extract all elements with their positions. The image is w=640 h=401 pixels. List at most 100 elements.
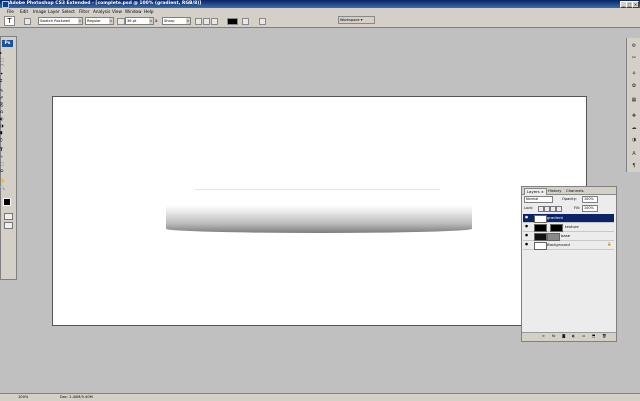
hand-tool-icon[interactable]: ✋ [0,178,5,183]
visibility-eye-icon[interactable]: ● [525,215,529,219]
lock-label: Lock: [524,206,534,210]
gradient-tool-icon[interactable]: ◑ [0,123,4,128]
tab-channels[interactable]: Channels [564,188,586,194]
brushes-panel-icon[interactable]: ⚘ [630,70,638,78]
text-color-swatch[interactable] [227,18,238,25]
menu-image[interactable]: Image [33,9,46,14]
layer-name[interactable]: base [561,233,570,239]
lock-all-icon[interactable] [556,206,562,212]
history-brush-tool-icon[interactable]: ⎌ [0,109,3,114]
layer-row-gradient[interactable]: ● gradient [523,214,614,223]
fill-field[interactable]: 100% [582,205,598,212]
swatches-panel-icon[interactable]: ▦ [630,96,638,104]
dodge-tool-icon[interactable]: ⬯ [0,137,3,142]
menu-select[interactable]: Select [62,9,75,14]
menu-filter[interactable]: Filter [79,9,89,14]
menu-layer[interactable]: Layer [48,9,60,14]
font-size-select[interactable]: 36 pt ▾ [125,17,154,25]
styles-panel-icon[interactable]: ☁ [630,124,638,132]
font-style-select[interactable]: Regular ▾ [85,17,114,25]
brush-tool-icon[interactable]: ✐ [0,95,3,100]
antialias-select[interactable]: Sharp ▾ [162,17,191,25]
clone-source-panel-icon[interactable]: ✿ [630,82,638,90]
align-center-icon[interactable] [203,18,210,25]
tool-presets-panel-icon[interactable]: ✂ [630,54,638,62]
layer-name[interactable]: gradient [547,215,563,221]
options-bar: T Swatch Rockwell ▾ Regular ▾ 36 pt ▾ a Sha… [0,15,640,28]
info-panel-icon[interactable]: ✚ [630,112,638,120]
marquee-tool-icon[interactable]: ⬚ [0,57,4,62]
ps-logo: Ps [2,40,13,47]
warp-text-icon[interactable] [242,18,249,25]
adjustment-layer-icon[interactable]: ◐ [572,334,575,338]
menu-help[interactable]: Help [144,9,154,14]
screen-mode-icon[interactable] [4,222,13,229]
workspace-button[interactable]: Workspace ▾ [338,16,375,24]
layer-thumbnail [534,224,547,232]
menu-window[interactable]: Window [125,9,142,14]
window-title: Adobe Photoshop CS3 Extended - [complete… [9,1,202,6]
navigator-panel-icon[interactable]: ⚙ [630,42,638,50]
align-right-icon[interactable] [211,18,218,25]
antialias-value: Sharp [164,19,175,23]
foreground-color-swatch[interactable] [3,198,11,206]
paragraph-panel-icon[interactable]: ¶ [630,162,638,170]
menu-analysis[interactable]: Analysis [93,9,110,14]
title-bar: Adobe Photoshop CS3 Extended - [complete… [0,0,640,8]
layer-style-icon[interactable]: fx [552,334,555,338]
move-tool-icon[interactable]: ▸ [0,50,2,55]
tab-layers[interactable]: Layers × [524,188,547,195]
tool-preset-picker[interactable]: T [4,16,15,26]
visibility-eye-icon[interactable]: ● [525,233,529,237]
layer-row-base[interactable]: ● base [523,232,614,241]
layer-mask-thumbnail [547,233,560,241]
new-group-icon[interactable]: ▭ [582,334,585,338]
visibility-eye-icon[interactable]: ● [525,224,529,228]
visibility-eye-icon[interactable]: ● [525,242,529,246]
opacity-field[interactable]: 100% [582,196,598,203]
healing-brush-tool-icon[interactable]: ✎ [0,88,3,93]
font-size-icon [117,18,125,25]
character-panel-icon[interactable]: A [630,150,638,158]
layer-row-background[interactable]: ● Background 🔒 [523,241,614,250]
shape-tool-icon[interactable]: ⬭ [0,168,3,173]
tab-history[interactable]: History [546,188,564,194]
link-layers-icon[interactable]: ∞ [542,334,545,338]
menu-file[interactable]: File [7,9,14,14]
fill-label: Fill: [574,206,581,210]
magic-wand-tool-icon[interactable]: ✦ [0,71,3,76]
zoom-level[interactable]: 100% [18,395,28,399]
panel-dock: ⚙ ✂ ⚘ ✿ ▦ ✚ ☁ ◑ A ¶ [626,38,640,172]
antialias-label: a [155,18,158,23]
gradient-shape[interactable] [166,205,472,233]
type-tool-icon[interactable]: T [0,147,3,152]
layer-row-texture[interactable]: ● texture [523,223,614,232]
blur-tool-icon[interactable]: ⬮ [0,130,3,135]
layer-name[interactable]: texture [565,224,579,230]
new-layer-icon[interactable]: ⬒ [592,334,595,338]
lasso-tool-icon[interactable]: ⌒ [0,64,4,70]
tool-list: ▸ ⬚ ⌒ ✦ ⌗ ✎ ✐ ⎘ ⎌ ◐ ◑ ⬮ ⬯ T ✧ ⬚ ⬭ ✋ 🔍 [0,48,15,278]
align-left-icon[interactable] [195,18,202,25]
adjustments-panel-icon[interactable]: ◑ [630,136,638,144]
menu-view[interactable]: View [112,9,122,14]
delete-layer-icon[interactable]: 🗑 [602,334,607,338]
font-family-select[interactable]: Swatch Rockwell ▾ [38,17,83,25]
layers-panel: Layers × History Channels Normal Opacity… [521,186,617,342]
pen-tool-icon[interactable]: ✧ [0,154,3,159]
layer-mask-thumbnail [550,224,563,232]
layer-thumbnail [534,242,547,250]
clone-stamp-tool-icon[interactable]: ⎘ [0,102,3,107]
add-mask-icon[interactable]: ◙ [562,334,566,338]
eraser-tool-icon[interactable]: ◐ [0,116,4,121]
zoom-tool-icon[interactable]: 🔍 [0,185,5,190]
menu-edit[interactable]: Edit [20,9,28,14]
blend-mode-select[interactable]: Normal [524,196,553,203]
path-selection-tool-icon[interactable]: ⬚ [0,161,4,166]
quick-mask-icon[interactable] [4,213,13,220]
text-orientation-icon[interactable] [24,18,31,25]
crop-tool-icon[interactable]: ⌗ [0,78,2,83]
character-panel-icon[interactable] [259,18,266,25]
close-button[interactable]: × [632,1,639,8]
layer-name[interactable]: Background [547,242,570,248]
